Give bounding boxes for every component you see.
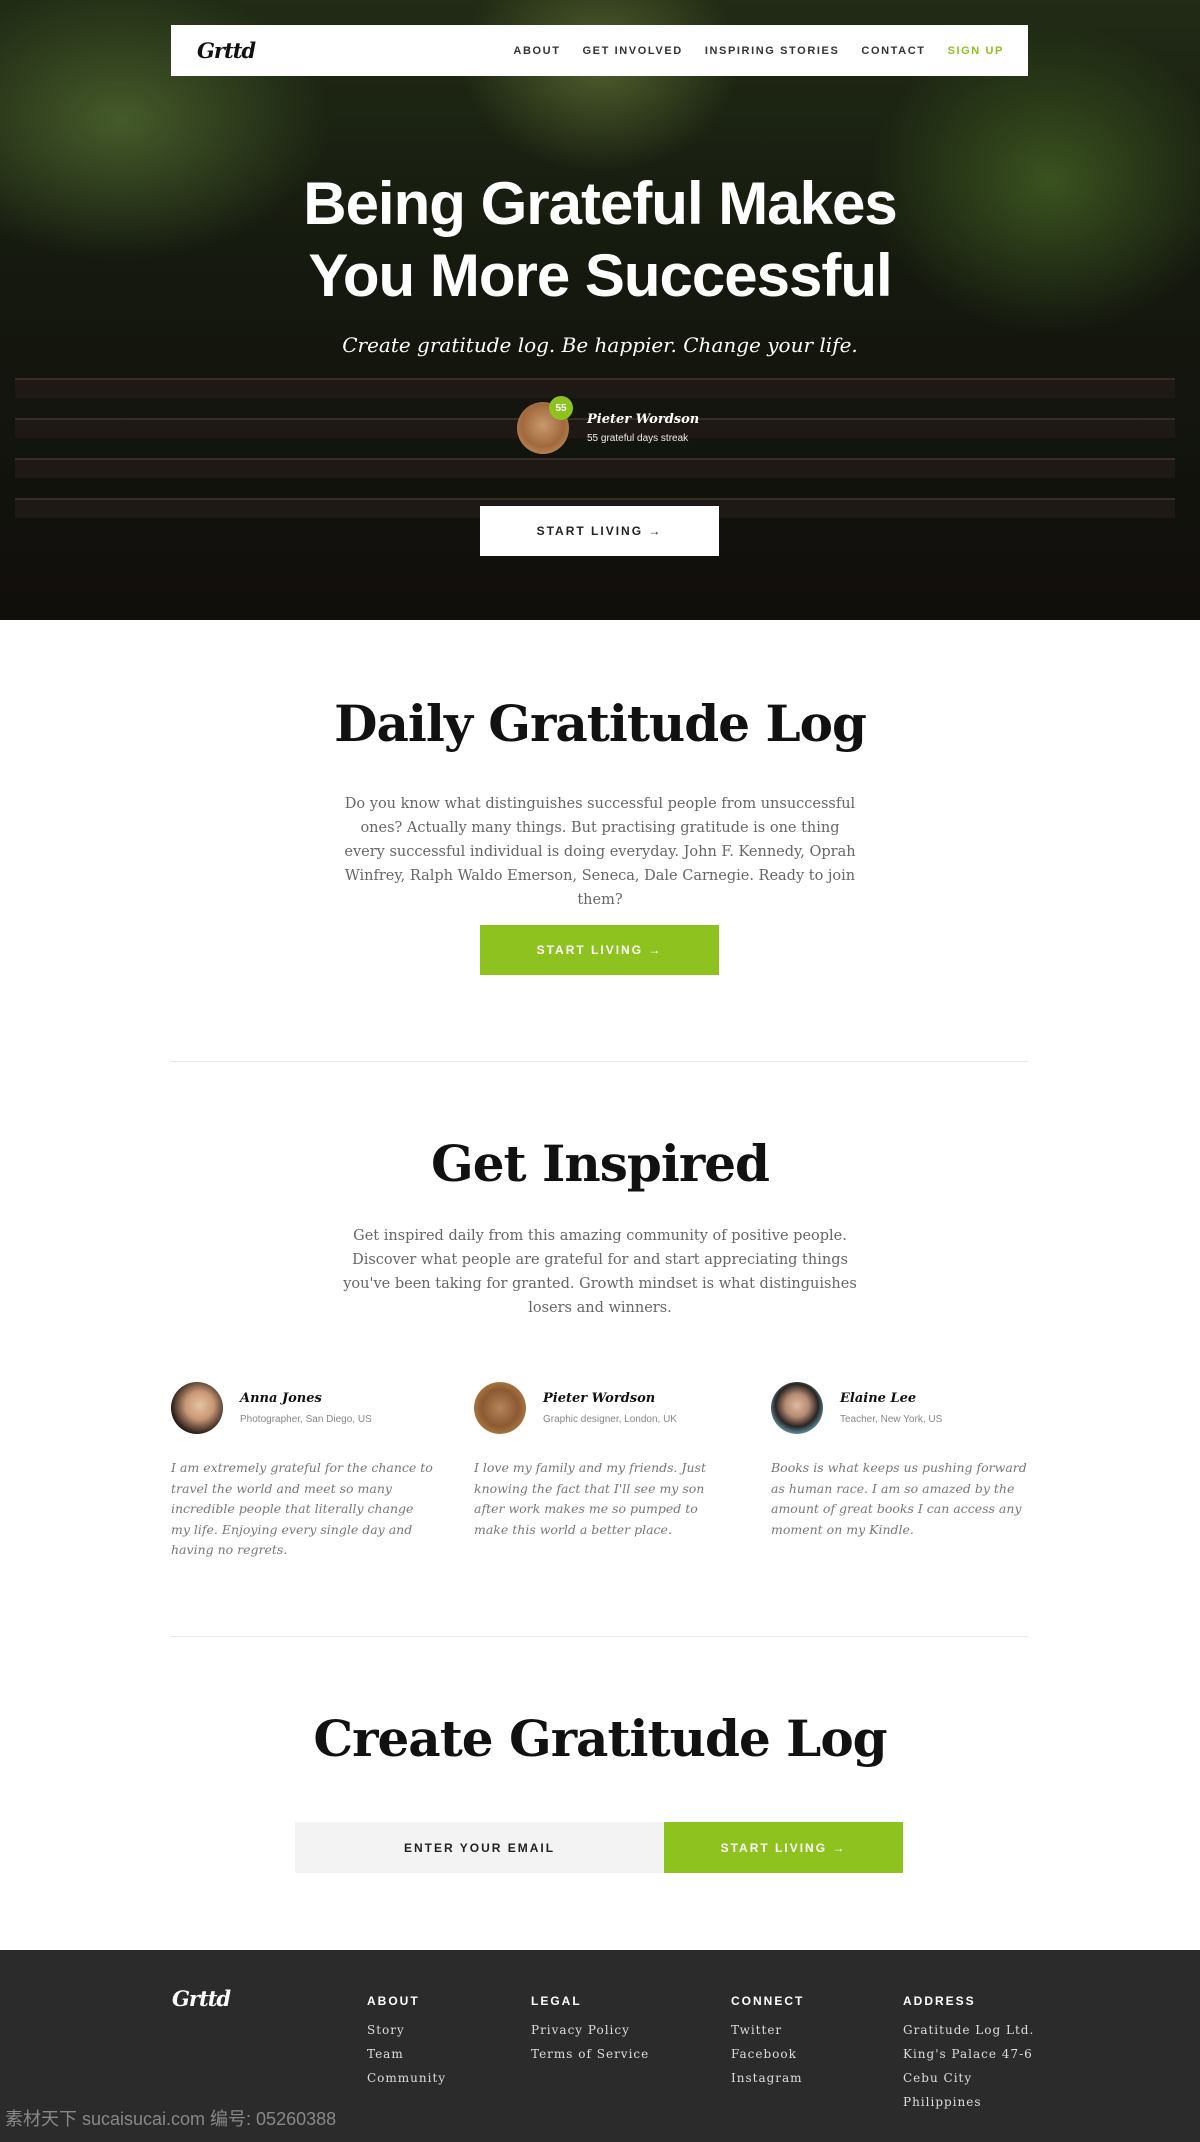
footer-link-twitter[interactable]: Twitter xyxy=(731,2018,804,2042)
footer-link-team[interactable]: Team xyxy=(367,2042,446,2066)
inspired-text: Get inspired daily from this amazing com… xyxy=(343,1228,857,1316)
avatar xyxy=(474,1382,526,1434)
footer-heading: ABOUT xyxy=(367,1994,420,2008)
streak-text: 55 grateful days streak xyxy=(587,433,689,444)
nav-inspiring-stories[interactable]: INSPIRING STORIES xyxy=(705,45,840,57)
footer-heading: LEGAL xyxy=(531,1994,582,2008)
testimonial: Elaine Lee Teacher, New York, US Books is… xyxy=(771,1382,1031,1540)
hero-title-line: Being Grateful Makes xyxy=(303,170,898,237)
avatar xyxy=(171,1382,223,1434)
testimonial-name: Pieter Wordson xyxy=(543,1391,656,1406)
testimonial-role: Teacher, New York, US xyxy=(840,1414,943,1425)
footer-link-terms[interactable]: Terms of Service xyxy=(531,2042,649,2066)
testimonial-quote: I love my family and my friends. Just kn… xyxy=(474,1460,706,1537)
footer-link-story[interactable]: Story xyxy=(367,2018,446,2042)
footer-col-about: ABOUT Story Team Community xyxy=(367,1994,446,2090)
hero-start-living-button[interactable]: START LIVING → xyxy=(480,506,719,556)
testimonial-role: Graphic designer, London, UK xyxy=(543,1414,677,1425)
address-line: Gratitude Log Ltd. xyxy=(903,2023,1035,2037)
hero-title: Being Grateful Makes You More Successful xyxy=(0,168,1200,312)
footer-logo[interactable]: Grttd xyxy=(172,1986,231,2011)
footer: Grttd ABOUT Story Team Community LEGAL P… xyxy=(0,1950,1200,2142)
address-line: King's Palace 47-6 xyxy=(903,2047,1033,2061)
daily-start-living-button[interactable]: START LIVING → xyxy=(480,925,719,975)
nav-get-involved[interactable]: GET INVOLVED xyxy=(583,45,683,57)
testimonial: Pieter Wordson Graphic designer, London, … xyxy=(474,1382,729,1540)
footer-link-community[interactable]: Community xyxy=(367,2066,446,2090)
logo[interactable]: Grttd xyxy=(197,38,256,63)
nav-sign-up[interactable]: SIGN UP xyxy=(948,45,1004,57)
footer-col-legal: LEGAL Privacy Policy Terms of Service xyxy=(531,1994,649,2066)
divider xyxy=(171,1636,1028,1637)
testimonial-name: Anna Jones xyxy=(240,1391,322,1406)
footer-link-privacy[interactable]: Privacy Policy xyxy=(531,2018,649,2042)
footer-heading: ADDRESS xyxy=(903,1994,976,2008)
footer-col-address: ADDRESS Gratitude Log Ltd. King's Palace… xyxy=(903,1994,1034,2114)
avatar: 55 xyxy=(517,396,573,454)
nav-contact[interactable]: CONTACT xyxy=(861,45,925,57)
address-line: Cebu City xyxy=(903,2071,973,2085)
daily-text: Do you know what distinguishes successfu… xyxy=(344,796,856,908)
create-title: Create Gratitude Log xyxy=(313,1709,887,1768)
footer-heading: CONNECT xyxy=(731,1994,805,2008)
testimonial: Anna Jones Photographer, San Diego, US I … xyxy=(171,1382,436,1561)
email-input[interactable] xyxy=(295,1822,664,1873)
testimonial-quote: I am extremely grateful for the chance t… xyxy=(171,1460,433,1557)
nav-about[interactable]: ABOUT xyxy=(513,45,560,57)
avatar xyxy=(771,1382,823,1434)
daily-title: Daily Gratitude Log xyxy=(334,694,867,753)
testimonial-quote: Books is what keeps us pushing forward a… xyxy=(771,1460,1027,1537)
footer-link-facebook[interactable]: Facebook xyxy=(731,2042,804,2066)
footer-link-instagram[interactable]: Instagram xyxy=(731,2066,804,2090)
footer-col-connect: CONNECT Twitter Facebook Instagram xyxy=(731,1994,804,2090)
top-nav: Grttd ABOUT GET INVOLVED INSPIRING STORI… xyxy=(171,25,1028,76)
inspired-title: Get Inspired xyxy=(431,1134,770,1193)
watermark: 素材天下 sucaisucai.com 编号: 05260388 xyxy=(5,2109,337,2129)
hero: Grttd ABOUT GET INVOLVED INSPIRING STORI… xyxy=(0,0,1200,620)
signup-start-living-button[interactable]: START LIVING → xyxy=(664,1822,903,1873)
hero-title-line: You More Successful xyxy=(308,242,892,309)
testimonial-name: Elaine Lee xyxy=(840,1391,917,1406)
user-streak: 55 Pieter Wordson 55 grateful days strea… xyxy=(517,396,700,454)
address-line: Philippines xyxy=(903,2095,982,2109)
testimonial-role: Photographer, San Diego, US xyxy=(240,1414,372,1425)
streak-badge: 55 xyxy=(549,396,573,420)
hero-subtitle: Create gratitude log. Be happier. Change… xyxy=(342,333,858,357)
divider xyxy=(171,1061,1028,1062)
user-name: Pieter Wordson xyxy=(587,412,700,427)
